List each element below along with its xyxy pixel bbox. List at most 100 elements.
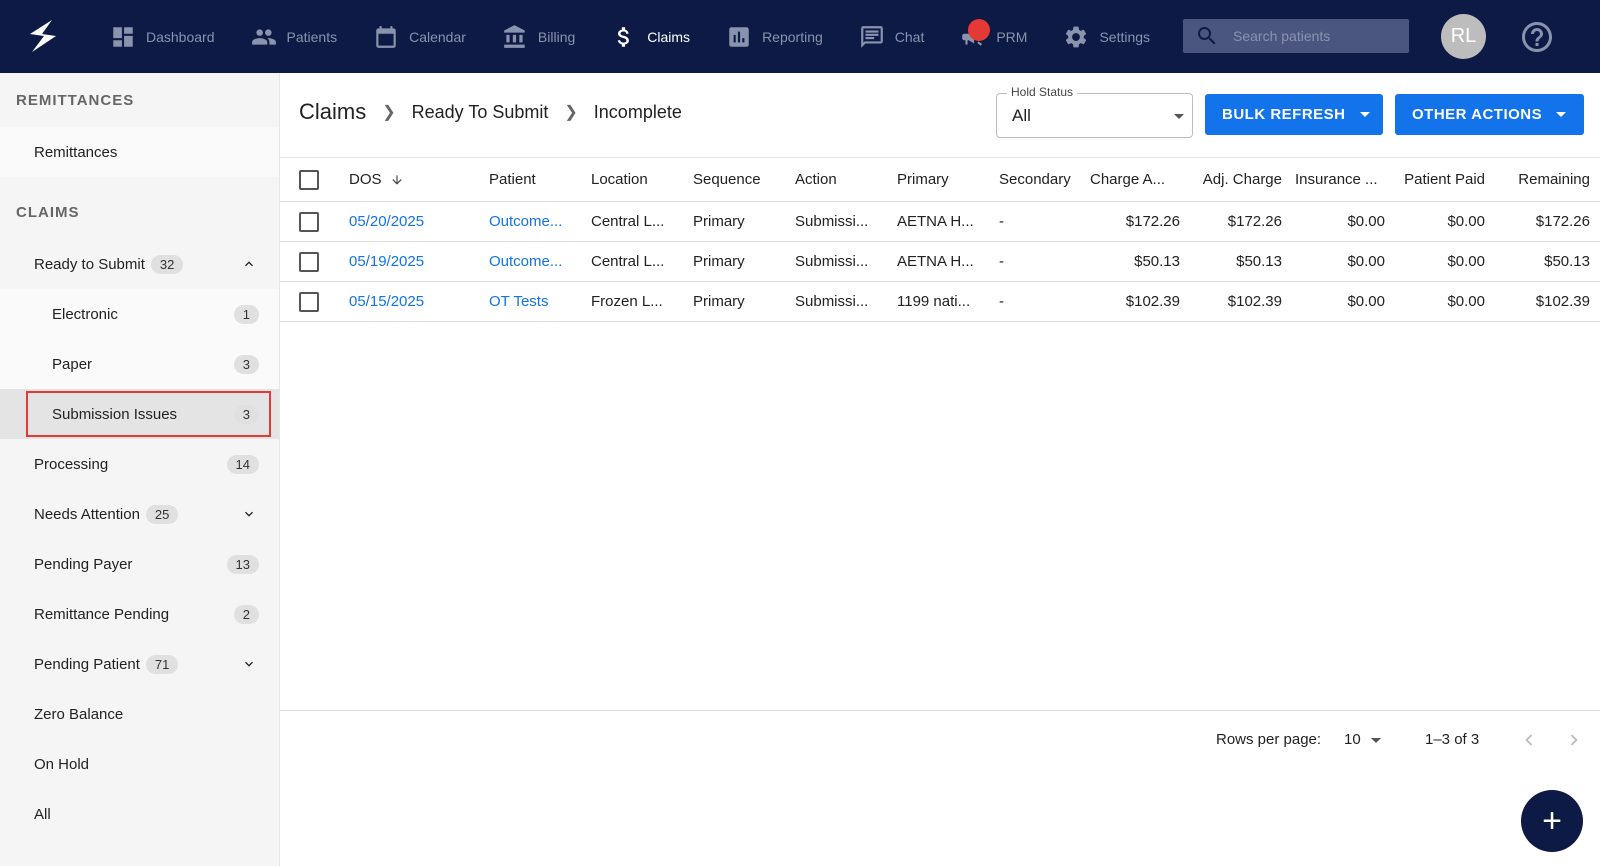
claims-table: DOS Patient Location Sequence Action Pri… — [280, 157, 1600, 322]
sidebar-item-zero-balance[interactable]: Zero Balance — [0, 689, 279, 739]
sequence-cell: Primary — [693, 253, 745, 270]
sidebar-item-needs-attention[interactable]: Needs Attention 25 — [0, 489, 279, 539]
nav-billing[interactable]: Billing — [502, 0, 575, 73]
secondary-cell: - — [999, 213, 1004, 230]
nav-claims-label: Claims — [647, 28, 691, 45]
column-header-patient-paid[interactable]: Patient Paid — [1385, 158, 1485, 201]
sidebar-item-ready-to-submit[interactable]: Ready to Submit 32 — [0, 239, 279, 289]
column-header-action[interactable]: Action — [795, 158, 837, 201]
sidebar-item-remittance-pending[interactable]: Remittance Pending 2 — [0, 589, 279, 639]
sidebar-item-label: All — [34, 805, 51, 823]
nav-settings[interactable]: Settings — [1063, 0, 1150, 73]
help-button[interactable] — [1519, 19, 1555, 55]
dos-link[interactable]: 05/20/2025 — [349, 202, 424, 241]
column-header-sequence[interactable]: Sequence — [693, 158, 761, 201]
app-logo-icon[interactable] — [22, 16, 62, 56]
count-badge: 3 — [233, 404, 259, 424]
column-header-patient[interactable]: Patient — [489, 158, 536, 201]
sidebar-section-claims: CLAIMS — [16, 203, 80, 221]
sidebar-item-on-hold[interactable]: On Hold — [0, 739, 279, 789]
row-checkbox[interactable] — [299, 211, 319, 232]
sidebar-item-processing[interactable]: Processing 14 — [0, 439, 279, 489]
secondary-cell: - — [999, 253, 1004, 270]
rows-per-page-label: Rows per page: — [1216, 731, 1322, 748]
column-header-location[interactable]: Location — [591, 158, 648, 201]
column-header-primary[interactable]: Primary — [897, 158, 949, 201]
previous-page-button[interactable] — [1518, 729, 1540, 751]
column-header-label: DOS — [349, 171, 382, 188]
chevron-up-icon[interactable] — [241, 256, 257, 272]
hold-status-label: Hold Status — [1007, 85, 1078, 99]
row-select-cell — [299, 282, 319, 321]
count-badge: 25 — [145, 504, 179, 524]
patient-link[interactable]: Outcome... — [489, 202, 581, 241]
breadcrumb-ready-to-submit[interactable]: Ready To Submit — [412, 102, 549, 123]
count-badge: 71 — [145, 654, 179, 674]
nav-patients[interactable]: Patients — [251, 0, 337, 73]
sidebar-item-pending-patient[interactable]: Pending Patient 71 — [0, 639, 279, 689]
sidebar-item-electronic[interactable]: Electronic 1 — [0, 289, 279, 339]
dos-link[interactable]: 05/15/2025 — [349, 282, 424, 321]
nav-prm[interactable]: PRM — [960, 0, 1027, 73]
sidebar-item-label: Electronic — [52, 305, 118, 323]
column-header-adj-charge[interactable]: Adj. Charge — [1180, 158, 1282, 201]
nav-claims[interactable]: Claims — [611, 0, 690, 73]
dos-link[interactable]: 05/19/2025 — [349, 242, 424, 281]
table-pagination: Rows per page: 10 1–3 of 3 — [280, 710, 1600, 770]
row-checkbox[interactable] — [299, 291, 319, 312]
search-input[interactable] — [1233, 28, 1393, 44]
chevron-right-icon: ❯ — [564, 104, 578, 121]
sidebar-item-label: Paper — [52, 355, 93, 373]
charge-amount-cell: $102.39 — [1125, 293, 1180, 310]
nav-dashboard-label: Dashboard — [146, 28, 215, 45]
column-header-secondary[interactable]: Secondary — [999, 158, 1071, 201]
sidebar-item-remittances[interactable]: Remittances — [0, 127, 279, 177]
chart-icon — [729, 26, 749, 47]
column-header-remaining[interactable]: Remaining — [1490, 158, 1590, 201]
chevron-down-icon[interactable] — [241, 656, 257, 672]
dropdown-arrow-icon[interactable] — [1371, 738, 1381, 743]
rows-per-page-select[interactable]: 10 — [1344, 731, 1361, 748]
nav-chat[interactable]: Chat — [859, 0, 925, 73]
search-bar[interactable] — [1183, 19, 1409, 53]
column-header-charge-amount[interactable]: Charge A... — [1090, 158, 1165, 201]
bulk-refresh-button[interactable]: BULK REFRESH — [1205, 94, 1383, 135]
adj-charge-cell: $102.39 — [1227, 293, 1282, 310]
row-checkbox[interactable] — [299, 251, 319, 272]
sidebar-item-paper[interactable]: Paper 3 — [0, 339, 279, 389]
sidebar-item-pending-payer[interactable]: Pending Payer 13 — [0, 539, 279, 589]
sidebar-section-remittances: REMITTANCES — [16, 91, 135, 109]
nav-dashboard[interactable]: Dashboard — [110, 0, 215, 73]
sidebar-item-label: On Hold — [34, 755, 90, 773]
select-all-cell — [299, 158, 319, 201]
table-row[interactable]: 05/20/2025 Outcome... Central L... Prima… — [280, 202, 1600, 242]
column-header-dos[interactable]: DOS — [349, 158, 404, 201]
hold-status-select[interactable]: Hold Status All — [996, 85, 1193, 138]
chevron-left-icon — [1525, 734, 1533, 746]
chevron-right-icon — [1570, 734, 1578, 746]
user-avatar[interactable]: RL — [1441, 14, 1486, 59]
nav-chat-label: Chat — [894, 28, 925, 45]
patient-link[interactable]: Outcome... — [489, 242, 581, 281]
nav-reporting[interactable]: Reporting — [726, 0, 823, 73]
sidebar-item-submission-issues[interactable]: Submission Issues 3 — [0, 389, 279, 439]
table-row[interactable]: 05/19/2025 Outcome... Central L... Prima… — [280, 242, 1600, 282]
table-row[interactable]: 05/15/2025 OT Tests Frozen L... Primary … — [280, 282, 1600, 322]
sidebar-item-all[interactable]: All — [0, 789, 279, 839]
breadcrumb: Claims ❯ Ready To Submit ❯ Incomplete — [299, 99, 682, 125]
next-page-button[interactable] — [1563, 729, 1585, 751]
add-fab-button[interactable]: + — [1521, 790, 1583, 852]
insurance-cell: $0.00 — [1347, 253, 1385, 270]
chat-icon — [860, 25, 883, 48]
secondary-cell: - — [999, 293, 1004, 310]
patient-link[interactable]: OT Tests — [489, 282, 581, 321]
select-all-checkbox[interactable] — [299, 169, 319, 190]
breadcrumb-claims[interactable]: Claims — [299, 99, 366, 125]
chevron-down-icon[interactable] — [241, 506, 257, 522]
column-header-insurance[interactable]: Insurance ... — [1295, 158, 1378, 201]
help-icon — [1522, 22, 1552, 52]
other-actions-button[interactable]: OTHER ACTIONS — [1395, 94, 1584, 135]
nav-calendar[interactable]: Calendar — [373, 0, 466, 73]
notification-dot — [968, 19, 991, 41]
gear-icon — [1066, 26, 1087, 47]
